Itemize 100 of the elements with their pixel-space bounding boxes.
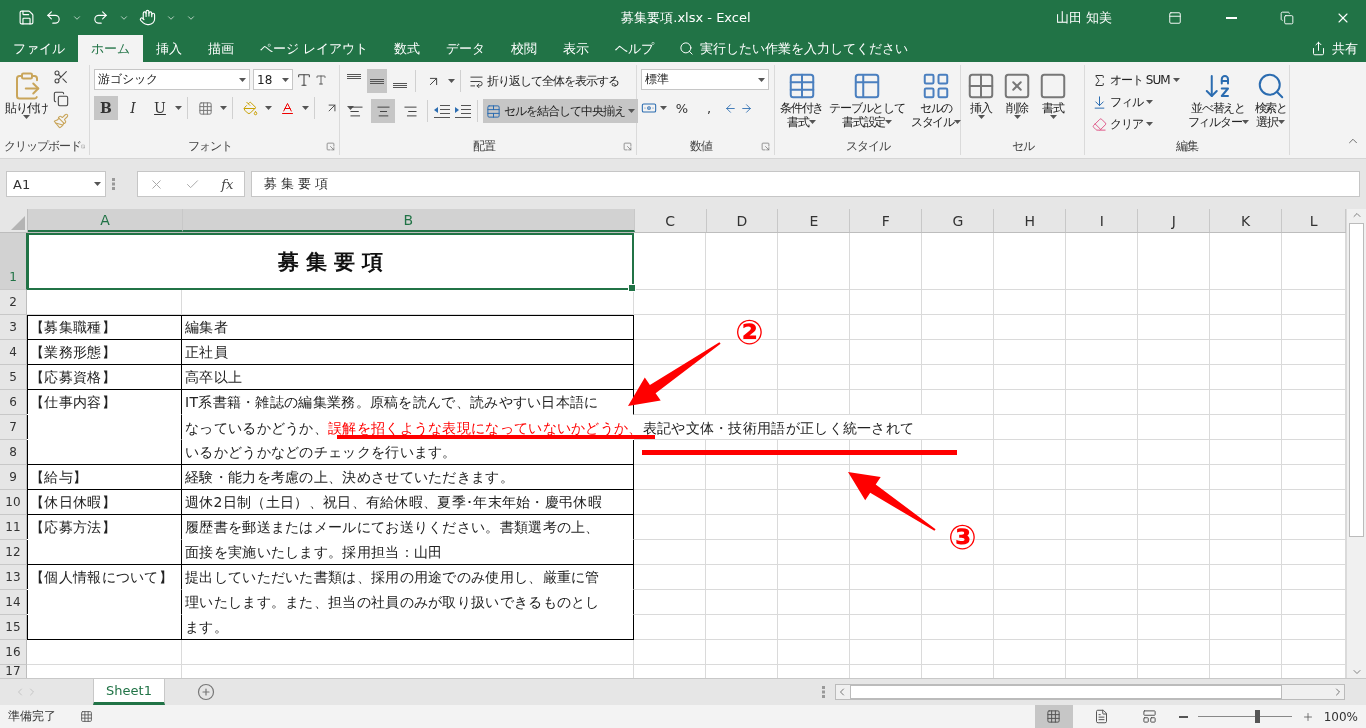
style-button[interactable]: セルの スタイル bbox=[909, 69, 962, 137]
percent-button[interactable]: % bbox=[670, 96, 694, 120]
row-header[interactable]: 1 bbox=[0, 233, 27, 290]
cells-button[interactable]: 書式 bbox=[1037, 69, 1069, 137]
font-style-button[interactable]: U bbox=[148, 96, 172, 120]
tell-me-field[interactable]: 実行したい作業を入力してください bbox=[700, 39, 909, 58]
font-name-select[interactable]: 游ゴシック bbox=[94, 69, 250, 90]
column-header[interactable]: I bbox=[1066, 209, 1139, 232]
ribbon-tab[interactable]: 挿入 bbox=[143, 35, 195, 62]
column-header[interactable]: E bbox=[778, 209, 851, 232]
row-header[interactable]: 14 bbox=[0, 590, 27, 615]
save-icon bbox=[18, 9, 35, 26]
formula-field[interactable]: 募 集 要 項 bbox=[251, 171, 1360, 197]
caret-icon bbox=[220, 106, 227, 110]
vertical-scrollbar[interactable] bbox=[1346, 209, 1366, 678]
grid-cell bbox=[778, 565, 850, 590]
column-header[interactable]: A bbox=[28, 209, 183, 232]
title-cell[interactable]: 募 集 要 項 bbox=[27, 233, 634, 290]
row-header[interactable]: 9 bbox=[0, 465, 27, 490]
zoom-thumb[interactable] bbox=[1254, 710, 1260, 723]
row-header[interactable]: 3 bbox=[0, 315, 27, 340]
paste-button[interactable]: 貼り付け bbox=[4, 69, 50, 137]
row-header[interactable]: 8 bbox=[0, 440, 27, 465]
insert-function-button[interactable]: fx bbox=[221, 176, 234, 192]
ribbon-tab[interactable]: ヘルプ bbox=[602, 35, 668, 62]
dialog-launcher-icon[interactable] bbox=[326, 141, 335, 151]
scrollbar-thumb[interactable] bbox=[1349, 223, 1364, 537]
column-header[interactable]: H bbox=[994, 209, 1067, 232]
grid-cell bbox=[706, 590, 778, 615]
row-header[interactable]: 13 bbox=[0, 565, 27, 590]
table-style-icon bbox=[852, 71, 882, 101]
row-header[interactable]: 5 bbox=[0, 365, 27, 390]
cell-text: 提出していただいた書類は、採用の用途でのみ使用し、厳重に管 bbox=[184, 569, 600, 585]
row-header[interactable]: 7 bbox=[0, 415, 27, 440]
ribbon-tab[interactable]: ページ レイアウト bbox=[247, 35, 382, 62]
grid-cell bbox=[1066, 540, 1138, 565]
number-format-select[interactable]: 標準 bbox=[641, 69, 769, 90]
scrollbar-thumb[interactable] bbox=[850, 685, 1282, 699]
font-style-button[interactable]: B bbox=[94, 96, 118, 120]
row-header[interactable]: 15 bbox=[0, 615, 27, 640]
ribbon-tab[interactable]: 表示 bbox=[550, 35, 603, 62]
row-header[interactable]: 4 bbox=[0, 340, 27, 365]
grid-cell bbox=[1138, 290, 1210, 315]
comma-button[interactable]: , bbox=[697, 96, 721, 120]
editing-button[interactable]: クリア bbox=[1089, 113, 1183, 135]
name-box[interactable]: A1 bbox=[6, 171, 106, 197]
column-header[interactable]: G bbox=[922, 209, 995, 232]
fill-handle[interactable] bbox=[628, 284, 636, 292]
ribbon-tab[interactable]: 数式 bbox=[381, 35, 434, 62]
cells-button[interactable]: 削除 bbox=[1001, 69, 1033, 137]
share-button[interactable]: 共有 bbox=[1311, 35, 1366, 62]
ribbon-tab[interactable]: ファイル bbox=[0, 35, 78, 62]
editing-icon bbox=[1092, 72, 1107, 88]
row-header[interactable]: 11 bbox=[0, 515, 27, 540]
column-header[interactable]: F bbox=[850, 209, 923, 232]
font-style-button[interactable]: I bbox=[121, 96, 145, 120]
grid-cell bbox=[1066, 565, 1138, 590]
row-label: 【募集職種】 bbox=[29, 319, 116, 335]
cells-button[interactable]: 挿入 bbox=[965, 69, 997, 137]
row-header[interactable]: 17 bbox=[0, 665, 27, 678]
vertical-align-icon bbox=[347, 74, 361, 79]
ribbon-tab[interactable]: データ bbox=[433, 35, 499, 62]
caret-icon bbox=[1241, 120, 1249, 124]
column-header[interactable]: J bbox=[1138, 209, 1211, 232]
horizontal-scrollbar[interactable] bbox=[835, 684, 1345, 700]
row-header[interactable]: 10 bbox=[0, 490, 27, 515]
minimize-icon[interactable] bbox=[1225, 16, 1237, 19]
grid-cell bbox=[1138, 365, 1210, 390]
dialog-launcher-icon[interactable] bbox=[761, 141, 770, 151]
column-header[interactable]: C bbox=[634, 209, 707, 232]
editing-button[interactable]: オート SUM bbox=[1089, 69, 1183, 91]
column-header[interactable]: K bbox=[1210, 209, 1283, 232]
editing-menu-button[interactable]: 検索と 選択 bbox=[1253, 69, 1288, 137]
dialog-launcher-icon[interactable] bbox=[623, 141, 632, 151]
row-header[interactable]: 12 bbox=[0, 540, 27, 565]
column-header[interactable]: B bbox=[182, 209, 635, 232]
caret-icon bbox=[239, 77, 246, 82]
zoom-out-icon[interactable] bbox=[1178, 715, 1188, 718]
window-title: 募集要項.xlsx - Excel bbox=[620, 8, 752, 27]
row-header[interactable]: 6 bbox=[0, 390, 27, 415]
cell-text: 履歴書を郵送またはメールにてお送りください。書類選考の上、 bbox=[184, 519, 600, 535]
grid-cell bbox=[1210, 640, 1282, 665]
font-size-select[interactable]: 18 bbox=[253, 69, 293, 90]
editing-button[interactable]: フィル bbox=[1089, 91, 1183, 113]
row-header[interactable]: 16 bbox=[0, 640, 27, 665]
editing-menu-button[interactable]: 並べ替えと フィルター bbox=[1186, 69, 1250, 137]
row-header[interactable]: 2 bbox=[0, 290, 27, 315]
merge-center-button[interactable]: セルを結合して中央揃え bbox=[483, 99, 638, 123]
column-header[interactable]: D bbox=[706, 209, 779, 232]
ribbon-tab[interactable]: 校閲 bbox=[498, 35, 551, 62]
grid-cell bbox=[1210, 290, 1282, 315]
ribbon-tab[interactable]: 描画 bbox=[195, 35, 247, 62]
style-button[interactable]: テーブルとして 書式設定 bbox=[828, 69, 906, 137]
vertical-align-button[interactable] bbox=[367, 69, 387, 93]
style-button[interactable]: 条件付き 書式 bbox=[779, 69, 825, 137]
wrap-text-button[interactable]: 折り返して全体を表示する bbox=[466, 69, 622, 93]
ribbon-tab[interactable]: ホーム bbox=[78, 35, 143, 62]
normal-view-button[interactable] bbox=[1034, 705, 1073, 728]
editing-icon bbox=[1092, 116, 1107, 132]
sheet-tab[interactable]: Sheet1 bbox=[93, 679, 165, 705]
